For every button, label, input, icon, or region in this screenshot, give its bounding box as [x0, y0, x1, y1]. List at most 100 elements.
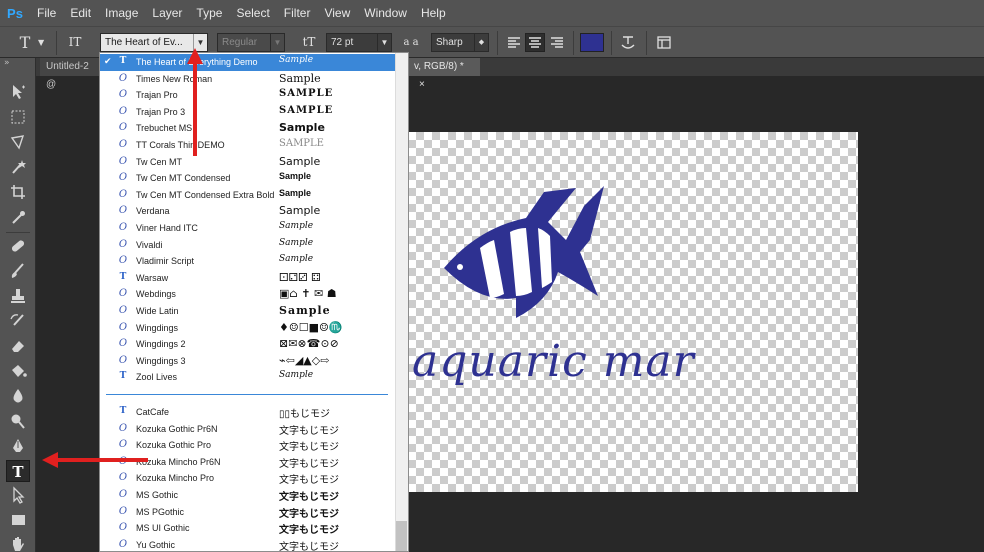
pen-tool-icon[interactable] [6, 436, 30, 458]
warp-text-icon[interactable] [618, 33, 638, 52]
font-list-item[interactable]: O Wingdings 2 ⊠✉⊗☎⊙⊘ [100, 336, 396, 353]
align-left-icon[interactable] [505, 33, 523, 52]
font-list-item[interactable]: O MS PGothic 文字もじモジ [100, 504, 396, 521]
font-family-value: The Heart of Ev... [105, 37, 183, 48]
tab-active-document[interactable]: v, RGB/8) * × [408, 58, 480, 90]
opentype-font-icon: O [118, 89, 128, 101]
font-size-value: 72 pt [331, 37, 354, 48]
font-list-item[interactable]: ✔ T The Heart of Everything Demo Sample [100, 54, 396, 71]
font-list-item[interactable]: O Wingdings 3 ⌁⇦◢▲◇⇨ [100, 353, 396, 370]
scrollbar-thumb[interactable] [396, 521, 407, 551]
collapse-icon[interactable]: » [4, 58, 10, 68]
font-list-item[interactable]: T Zool Lives Sample [100, 369, 396, 386]
font-list-item[interactable]: T Warsaw ⚀⚁⚂ ⚃ [100, 270, 396, 287]
font-list-item[interactable]: O Trajan Pro SAMPLE [100, 87, 396, 104]
align-right-icon[interactable] [548, 33, 566, 52]
clone-stamp-tool-icon[interactable] [6, 286, 30, 308]
menu-filter[interactable]: Filter [277, 0, 318, 26]
eraser-tool-icon[interactable] [6, 336, 30, 358]
opentype-font-icon: O [118, 505, 128, 517]
preset-arrow-icon[interactable]: ▼ [38, 33, 50, 52]
marquee-tool-icon[interactable] [6, 107, 30, 129]
font-list-item[interactable]: O Tw Cen MT Condensed Sample [100, 170, 396, 187]
font-list-item[interactable]: O Kozuka Mincho Pro 文字もじモジ [100, 470, 396, 487]
menu-layer[interactable]: Layer [145, 0, 189, 26]
font-list-item[interactable]: O Kozuka Gothic Pr6N 文字もじモジ [100, 421, 396, 438]
font-sample: 文字もじモジ [279, 425, 339, 437]
font-list-item[interactable]: O TT Corals Thin DEMO SAMPLE [100, 137, 396, 154]
font-name: Yu Gothic [136, 539, 176, 550]
canvas-text: aquaric mar [412, 336, 695, 387]
font-list-item[interactable]: O Trajan Pro 3 SAMPLE [100, 104, 396, 121]
close-icon[interactable]: × [419, 79, 425, 90]
font-list-item[interactable]: O Trebuchet MS Sample [100, 120, 396, 137]
type-tool-icon[interactable]: T [6, 460, 30, 482]
font-size-select[interactable]: 72 pt ▼ [326, 33, 392, 52]
antialias-value: Sharp [436, 37, 463, 48]
lasso-tool-icon[interactable] [6, 132, 30, 154]
menu-edit[interactable]: Edit [63, 0, 98, 26]
font-list-item[interactable]: O Vladimir Script Sample [100, 253, 396, 270]
document-canvas[interactable] [408, 132, 858, 492]
history-brush-tool-icon[interactable] [6, 311, 30, 333]
opentype-font-icon: O [118, 205, 128, 217]
menu-view[interactable]: View [317, 0, 357, 26]
font-list-item[interactable]: O Times New Roman Sample [100, 71, 396, 88]
rectangle-tool-icon[interactable] [6, 510, 30, 532]
font-name: MS PGothic [136, 506, 185, 517]
font-sample: Sample [279, 71, 321, 85]
hand-tool-icon[interactable] [6, 534, 30, 552]
text-color-swatch[interactable] [580, 33, 604, 52]
font-list-item[interactable]: O Vivaldi Sample [100, 237, 396, 254]
font-name: Wingdings 3 [136, 355, 186, 366]
separator [497, 31, 498, 55]
menu-bar: Ps File Edit Image Layer Type Select Fil… [0, 0, 984, 26]
font-list-item[interactable]: O Yu Gothic 文字もじモジ [100, 537, 396, 551]
font-list-item[interactable]: O Tw Cen MT Sample [100, 154, 396, 171]
menu-type[interactable]: Type [189, 0, 229, 26]
font-sample: 文字もじモジ [279, 525, 339, 537]
healing-brush-tool-icon[interactable] [6, 236, 30, 258]
menu-window[interactable]: Window [357, 0, 414, 26]
menu-help[interactable]: Help [414, 0, 453, 26]
dropdown-scrollbar[interactable] [395, 53, 408, 551]
font-style-select[interactable]: Regular ▼ [217, 33, 285, 52]
menu-file[interactable]: File [30, 0, 63, 26]
menu-select[interactable]: Select [229, 0, 276, 26]
truetype-font-icon: T [119, 406, 127, 416]
type-tool-preset-icon[interactable]: T [14, 33, 36, 52]
chevron-down-icon: ▼ [377, 34, 391, 51]
brush-tool-icon[interactable] [6, 261, 30, 283]
font-list-item[interactable]: O MS Gothic 文字もじモジ [100, 487, 396, 504]
font-list-item[interactable]: O Webdings ▣⌂ ✝ ✉ ☗ [100, 286, 396, 303]
character-panel-icon[interactable] [654, 33, 674, 52]
paint-bucket-tool-icon[interactable] [6, 361, 30, 383]
antialias-select[interactable]: Sharp ◆ [431, 33, 489, 52]
menu-image[interactable]: Image [98, 0, 145, 26]
move-tool-icon[interactable] [6, 82, 30, 104]
font-sample: Sample [279, 370, 314, 381]
path-selection-tool-icon[interactable] [6, 485, 30, 507]
font-sample: ⚀⚁⚂ ⚃ [279, 270, 321, 284]
font-list-item[interactable]: O Verdana Sample [100, 203, 396, 220]
align-center-icon[interactable] [525, 33, 545, 52]
font-name: Times New Roman [136, 73, 213, 84]
font-name: TT Corals Thin DEMO [136, 140, 225, 150]
font-list-item[interactable]: O Wingdings ♦☺☐■☺♏ [100, 320, 396, 337]
toggle-orientation-icon[interactable]: IT [62, 33, 88, 52]
font-name: Kozuka Gothic Pro [136, 440, 212, 451]
tab-untitled-2[interactable]: Untitled-2 @ [40, 58, 100, 90]
font-list-item[interactable]: O Tw Cen MT Condensed Extra Bold Sample [100, 187, 396, 204]
blur-tool-icon[interactable] [6, 386, 30, 408]
font-list-item[interactable]: O MS UI Gothic 文字もじモジ [100, 520, 396, 537]
eyedropper-tool-icon[interactable] [6, 207, 30, 229]
dodge-tool-icon[interactable] [6, 411, 30, 433]
font-list-item[interactable]: O Wide Latin Sample [100, 303, 396, 320]
font-list-item[interactable]: OKozuka Mincho Pr6N文字もじモジ [100, 454, 396, 471]
font-list-item[interactable]: O Kozuka Gothic Pro 文字もじモジ [100, 437, 396, 454]
font-list-item[interactable]: T CatCafe ▯▯もじモジ [100, 404, 396, 421]
crop-tool-icon[interactable] [6, 182, 30, 204]
opentype-font-icon: O [118, 139, 128, 150]
quick-select-tool-icon[interactable] [6, 157, 30, 179]
font-list-item[interactable]: O Viner Hand ITC Sample [100, 220, 396, 237]
